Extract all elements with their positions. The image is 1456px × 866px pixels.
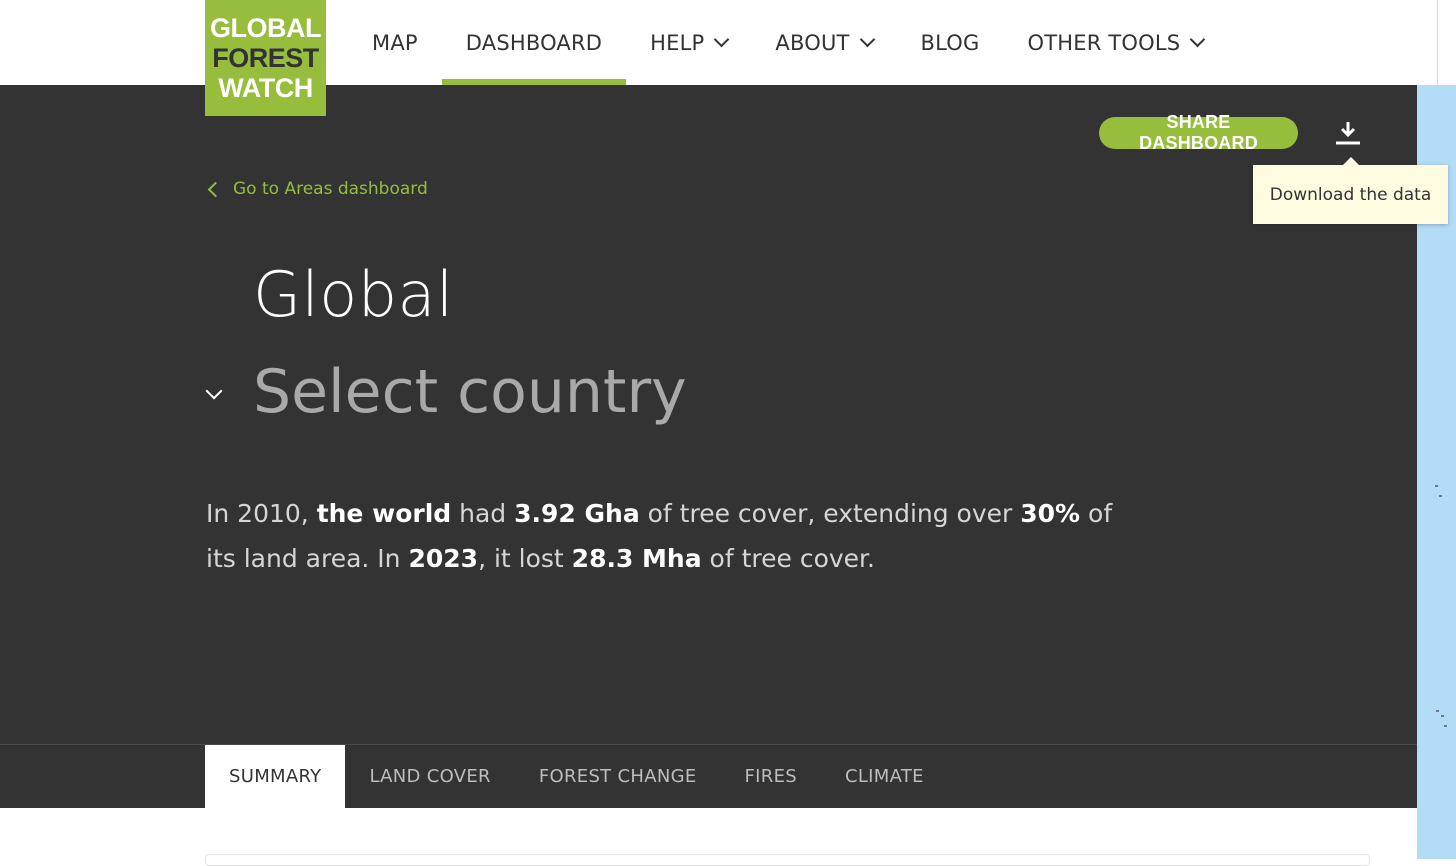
- back-link-label: Go to Areas dashboard: [233, 179, 428, 199]
- divider: [1437, 0, 1438, 85]
- summary-highlight: 2023: [408, 544, 479, 573]
- chevron-down-icon: [1190, 31, 1206, 48]
- map-feature: [1441, 715, 1444, 717]
- nav-item-label: DASHBOARD: [465, 30, 603, 55]
- map-feature: [1435, 485, 1438, 487]
- map-feature: [1436, 710, 1439, 712]
- summary-sentence: In 2010, the world had 3.92 Gha of tree …: [206, 491, 1146, 581]
- nav-item-other-tools[interactable]: OTHER TOOLS: [1004, 0, 1228, 85]
- summary-highlight: 28.3 Mha: [571, 544, 702, 573]
- map-feature: [1444, 725, 1447, 727]
- tab-fires[interactable]: FIRES: [721, 745, 821, 808]
- nav-item-blog[interactable]: BLOG: [897, 0, 1004, 85]
- tab-land-cover[interactable]: LAND COVER: [345, 745, 514, 808]
- tab-summary[interactable]: SUMMARY: [205, 745, 346, 808]
- summary-highlight: 3.92 Gha: [514, 499, 640, 528]
- chevron-down-icon: [859, 31, 875, 48]
- nav-item-about[interactable]: ABOUT: [751, 0, 896, 85]
- dashboard-tabs: SUMMARY LAND COVER FOREST CHANGE FIRES C…: [0, 744, 1417, 808]
- nav-item-label: ABOUT: [775, 30, 850, 55]
- nav-item-label: MAP: [372, 30, 418, 55]
- page-title: Global: [253, 258, 454, 331]
- logo-line-watch: WATCH: [218, 73, 313, 103]
- nav-item-label: OTHER TOOLS: [1027, 30, 1181, 55]
- main-nav: MAP DASHBOARD HELP ABOUT BLOG OTHER TOOL…: [348, 0, 1227, 85]
- tab-forest-change[interactable]: FOREST CHANGE: [515, 745, 721, 808]
- summary-text: In 2010,: [206, 499, 317, 528]
- back-to-areas-link[interactable]: Go to Areas dashboard: [207, 177, 428, 201]
- logo-line-forest: FOREST: [212, 43, 319, 73]
- download-icon: [1336, 122, 1360, 145]
- nav-item-dashboard[interactable]: DASHBOARD: [441, 0, 627, 85]
- summary-text: of tree cover.: [701, 544, 875, 573]
- chevron-left-icon: [207, 181, 224, 197]
- gfw-logo[interactable]: GLOBAL FOREST WATCH: [205, 0, 326, 116]
- summary-text: had: [451, 499, 515, 528]
- nav-item-label: BLOG: [920, 30, 980, 55]
- logo-line-global: GLOBAL: [210, 13, 322, 43]
- country-select[interactable]: Select country: [253, 357, 687, 427]
- nav-item-map[interactable]: MAP: [348, 0, 442, 85]
- summary-highlight: 30%: [1020, 499, 1081, 528]
- nav-item-label: HELP: [650, 30, 705, 55]
- download-button[interactable]: [1330, 118, 1366, 150]
- summary-text: , it lost: [478, 544, 572, 573]
- tab-climate[interactable]: CLIMATE: [821, 745, 948, 808]
- map-feature: [1439, 495, 1442, 497]
- summary-highlight: the world: [316, 499, 452, 528]
- summary-text: of tree cover, extending over: [639, 499, 1021, 528]
- chevron-down-icon: [714, 31, 730, 48]
- widget-card: [205, 854, 1370, 866]
- share-dashboard-button[interactable]: SHARE DASHBOARD: [1099, 112, 1298, 153]
- nav-item-help[interactable]: HELP: [626, 0, 751, 85]
- download-tooltip: Download the data: [1253, 157, 1448, 224]
